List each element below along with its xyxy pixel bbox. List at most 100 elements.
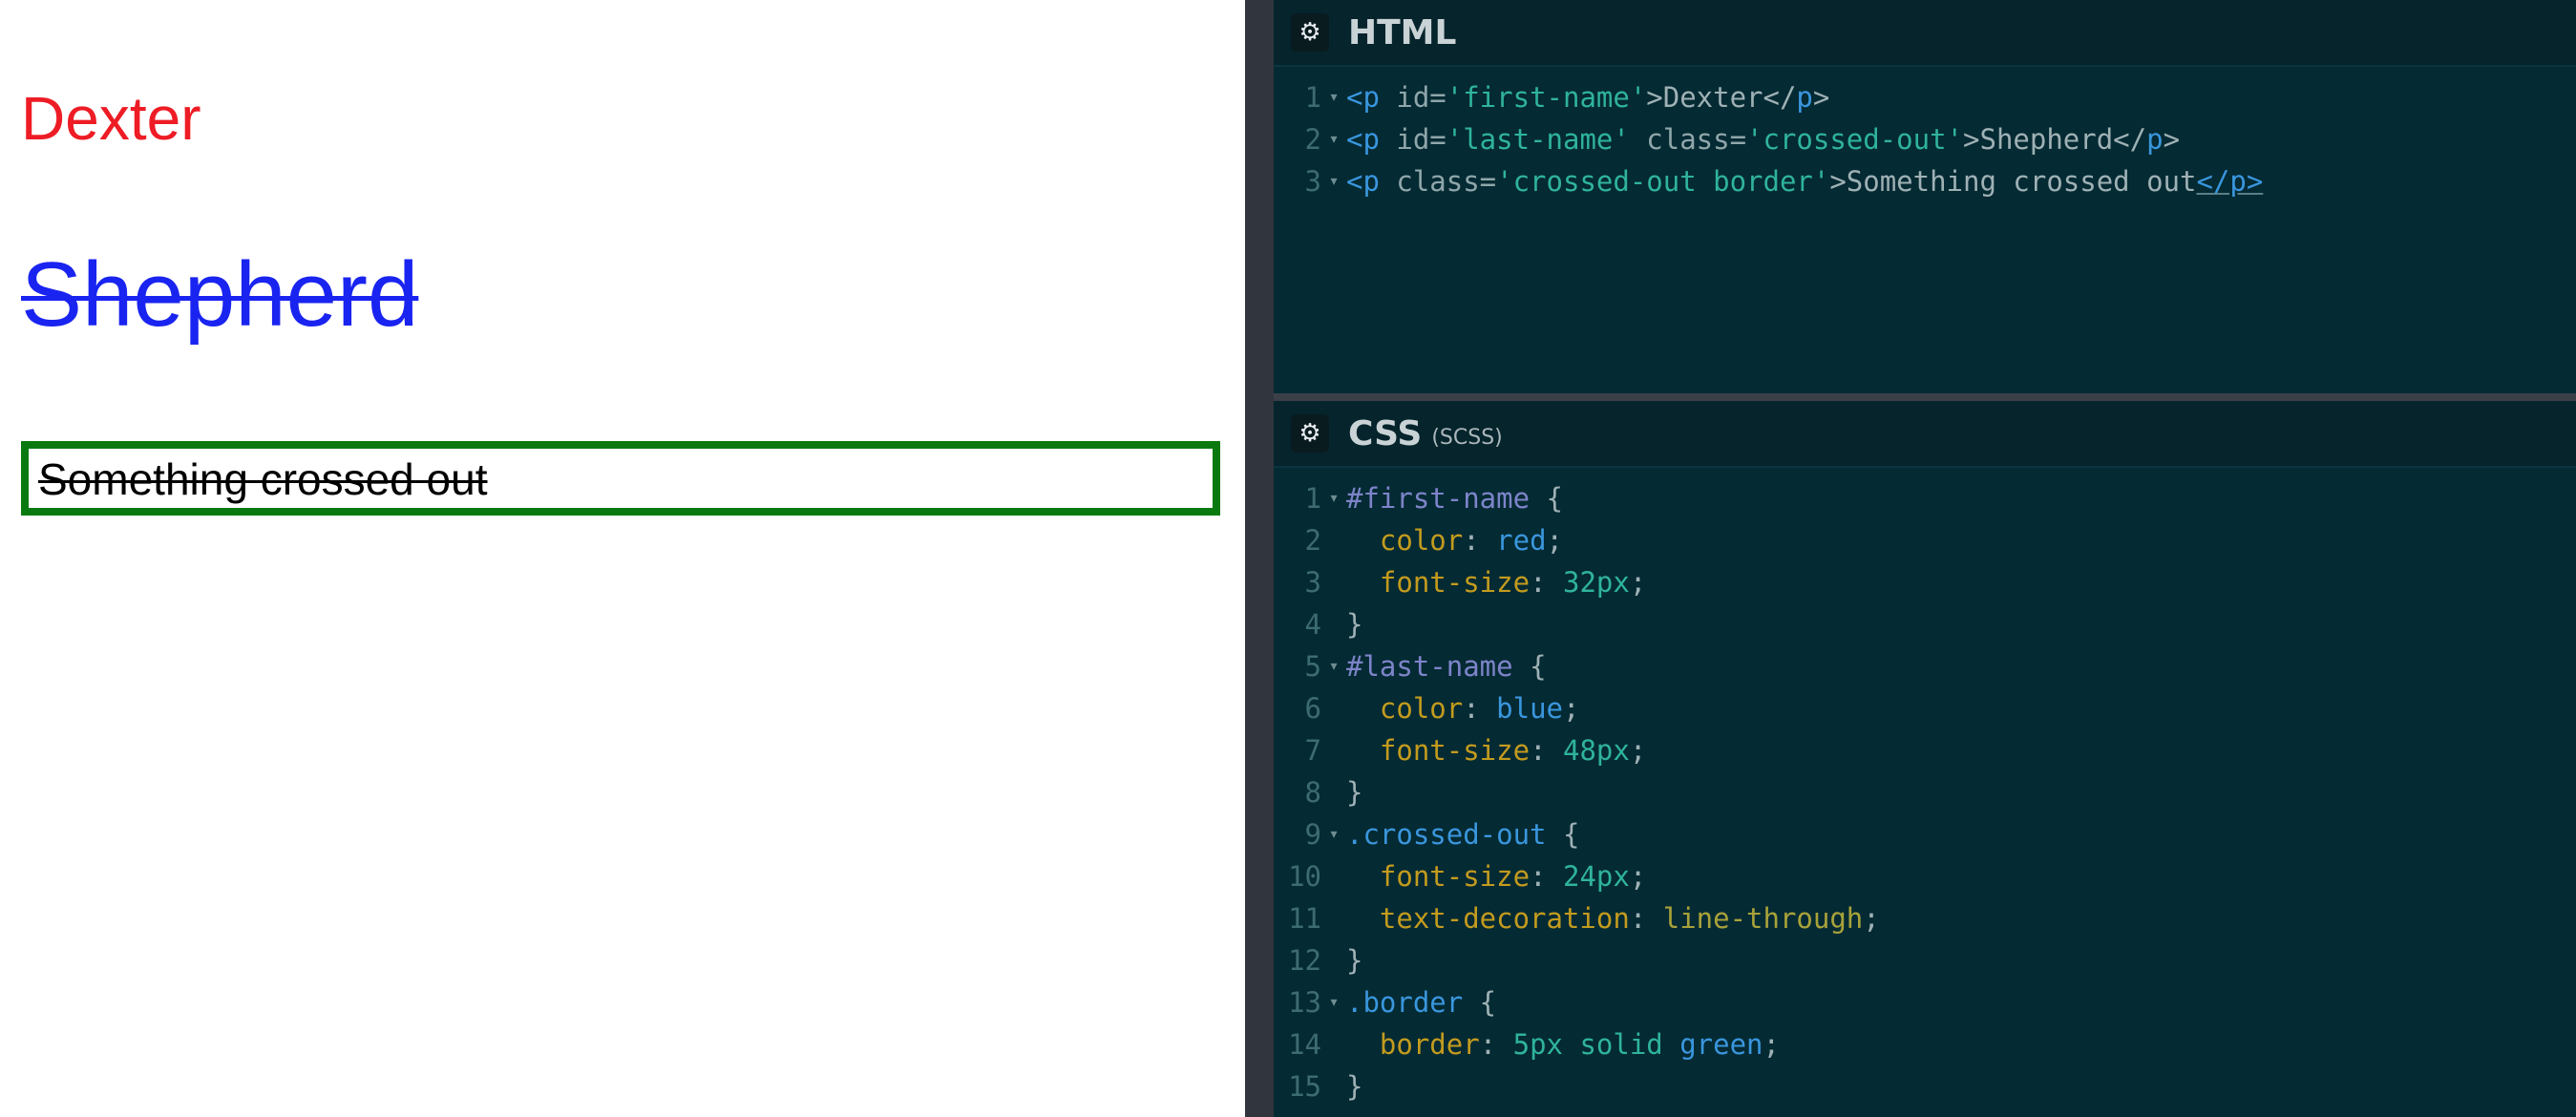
code-token: ; xyxy=(1629,566,1647,599)
html-code-area[interactable]: 1 ▾ <p id='first-name' >Dexter</p >2 ▾ <p id= '… xyxy=(1274,67,2576,202)
line-number: 3 xyxy=(1304,566,1321,599)
code-line[interactable]: 2 ▾ <p id='last-name' class='crossed-out' >… xyxy=(1274,118,2576,160)
line-number: 6 xyxy=(1304,692,1321,725)
code-line[interactable]: 2 color: red; xyxy=(1274,519,2576,561)
code-token: blue xyxy=(1496,692,1563,725)
code-token: id= xyxy=(1379,123,1446,156)
code-token: : xyxy=(1463,692,1497,725)
css-code-area[interactable]: 1 ▾ #first-name {2 color: red; 3 font-size:… xyxy=(1274,468,2576,1107)
line-number: 5 xyxy=(1304,650,1321,683)
line-number: 1 xyxy=(1304,81,1321,114)
code-token: ; xyxy=(1629,734,1647,767)
code-line[interactable]: 1 ▾ <p id='first-name' >Dexter</p > xyxy=(1274,76,2576,118)
code-token: } xyxy=(1346,608,1363,641)
triangle-down-icon[interactable]: ▾ xyxy=(1321,477,1346,519)
code-token: > xyxy=(1812,81,1830,114)
code-line[interactable]: 4} xyxy=(1274,603,2576,645)
preview-last-name: Shepherd xyxy=(21,243,419,346)
line-number: 2 xyxy=(1304,123,1321,156)
line-number: 8 xyxy=(1304,776,1321,809)
code-line[interactable]: 3 font-size: 32px; xyxy=(1274,561,2576,603)
code-token: 48px xyxy=(1562,734,1630,767)
code-token: { xyxy=(1546,818,1580,851)
code-token: class= xyxy=(1379,165,1497,198)
code-line[interactable]: 7 font-size: 48px; xyxy=(1274,729,2576,771)
line-number: 13 xyxy=(1288,986,1321,1019)
line-number: 1 xyxy=(1304,482,1321,515)
fold-gutter xyxy=(1321,897,1346,939)
code-token: { xyxy=(1512,650,1547,683)
code-line[interactable]: 14 border: 5px solid green; xyxy=(1274,1023,2576,1065)
code-token: ; xyxy=(1863,902,1880,935)
line-number: 7 xyxy=(1304,734,1321,767)
triangle-down-icon[interactable]: ▾ xyxy=(1321,76,1346,118)
css-editor-title: CSS xyxy=(1348,413,1423,453)
code-token: : xyxy=(1530,860,1563,893)
line-number: 3 xyxy=(1304,165,1321,198)
code-token: ; xyxy=(1563,692,1580,725)
triangle-down-icon[interactable]: ▾ xyxy=(1321,813,1346,855)
code-token: ; xyxy=(1546,524,1564,557)
line-number: 11 xyxy=(1288,902,1321,935)
preview-crossed-text: Something crossed out xyxy=(38,454,488,504)
gear-icon[interactable]: ⚙ xyxy=(1291,414,1329,453)
line-number: 15 xyxy=(1288,1070,1321,1103)
code-line[interactable]: 5 ▾ #last-name { xyxy=(1274,645,2576,687)
html-editor-header: ⚙ HTML xyxy=(1274,0,2576,67)
code-token: >Shepherd</ xyxy=(1963,123,2147,156)
code-token: green xyxy=(1679,1028,1763,1061)
triangle-down-icon[interactable]: ▾ xyxy=(1321,645,1346,687)
code-line[interactable]: 12} xyxy=(1274,939,2576,981)
code-token: { xyxy=(1463,986,1497,1019)
preview-pane: Dexter Shepherd Something crossed out xyxy=(0,0,1245,1117)
code-token: text-decoration xyxy=(1379,902,1630,935)
code-token: } xyxy=(1346,776,1363,809)
preview-crossed-border-box: Something crossed out xyxy=(21,441,1220,516)
code-token: font-size xyxy=(1379,860,1531,893)
fold-gutter xyxy=(1321,561,1346,603)
code-token: #first-name xyxy=(1346,482,1531,515)
code-line[interactable]: 13 ▾ .border { xyxy=(1274,981,2576,1023)
code-token: 'crossed-out border' xyxy=(1496,165,1830,198)
code-token: >Dexter</ xyxy=(1646,81,1797,114)
css-editor-panel: ⚙ CSS (SCSS) 1 ▾ #first-name {2 color: red… xyxy=(1274,401,2576,1117)
code-token: 5px solid xyxy=(1512,1028,1680,1061)
gear-icon[interactable]: ⚙ xyxy=(1291,13,1329,52)
html-editor-title: HTML xyxy=(1348,12,1457,53)
code-token: font-size xyxy=(1379,734,1531,767)
fold-gutter xyxy=(1321,1065,1346,1107)
code-token: p xyxy=(1796,81,1813,114)
code-token: p xyxy=(2146,123,2164,156)
code-token: font-size xyxy=(1379,566,1531,599)
code-line[interactable]: 3 ▾ <p class='crossed-out border' >Somethin… xyxy=(1274,160,2576,202)
code-line[interactable]: 9 ▾ .crossed-out { xyxy=(1274,813,2576,855)
code-line[interactable]: 1 ▾ #first-name { xyxy=(1274,477,2576,519)
triangle-down-icon[interactable]: ▾ xyxy=(1321,118,1346,160)
triangle-down-icon[interactable]: ▾ xyxy=(1321,160,1346,202)
css-editor-subtitle: (SCSS) xyxy=(1431,425,1503,450)
pane-resize-handle[interactable] xyxy=(1245,0,1274,1117)
code-token: class= xyxy=(1629,123,1747,156)
code-token: 'first-name' xyxy=(1446,81,1647,114)
line-number: 2 xyxy=(1304,524,1321,557)
fold-gutter xyxy=(1321,1023,1346,1065)
code-token: } xyxy=(1346,944,1363,977)
code-token: color xyxy=(1379,524,1464,557)
editor-split-handle[interactable] xyxy=(1274,393,2576,401)
code-line[interactable]: 15} xyxy=(1274,1065,2576,1107)
code-token: line-through xyxy=(1662,902,1864,935)
code-token: .crossed-out xyxy=(1346,818,1547,851)
triangle-down-icon[interactable]: ▾ xyxy=(1321,981,1346,1023)
code-line[interactable]: 8} xyxy=(1274,771,2576,813)
fold-gutter xyxy=(1321,729,1346,771)
code-line[interactable]: 6 color: blue; xyxy=(1274,687,2576,729)
fold-gutter xyxy=(1321,855,1346,897)
line-number: 14 xyxy=(1288,1028,1321,1061)
code-line[interactable]: 11 text-decoration: line-through; xyxy=(1274,897,2576,939)
line-number: 4 xyxy=(1304,608,1321,641)
code-token: ; xyxy=(1629,860,1647,893)
code-line[interactable]: 10 font-size: 24px; xyxy=(1274,855,2576,897)
